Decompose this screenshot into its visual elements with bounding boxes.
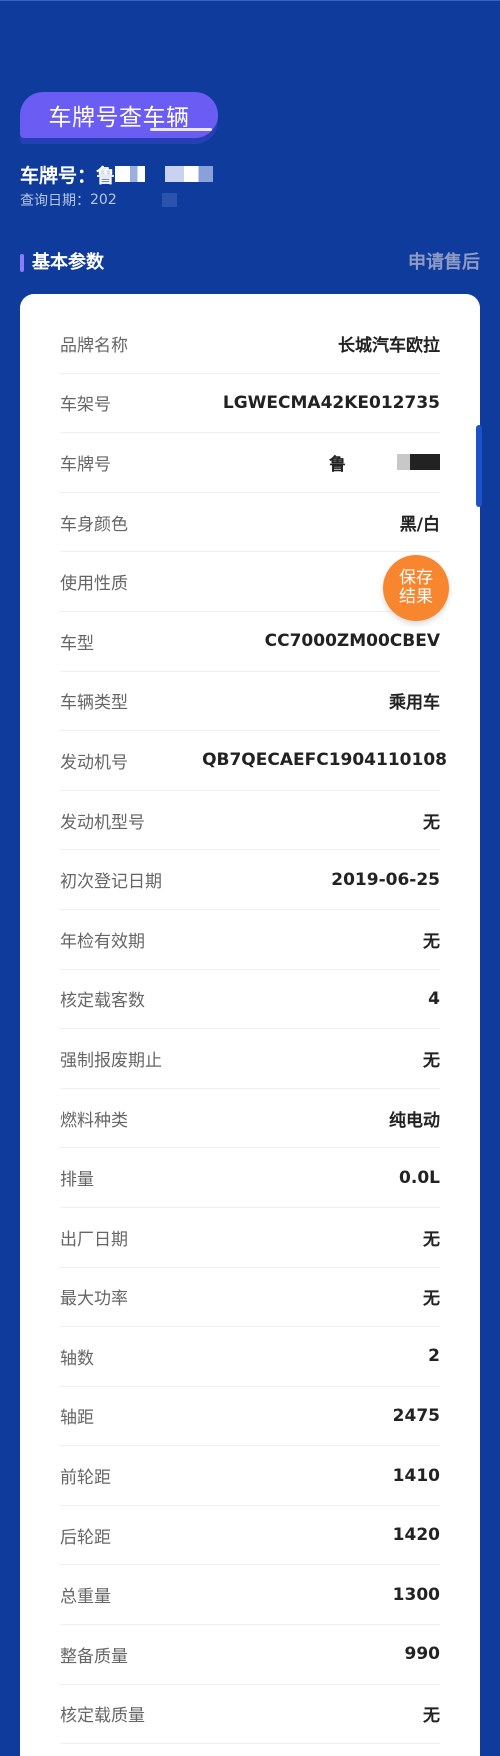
param-row: 车牌号 鲁	[60, 433, 440, 493]
query-date: 查询日期： 202	[20, 190, 177, 210]
param-row: 燃料种类 纯电动	[60, 1089, 440, 1149]
plate-label: 车牌号：	[20, 164, 97, 187]
date-mask	[116, 193, 177, 207]
param-row: 车架号 LGWECMA42KE012735	[60, 374, 440, 434]
param-value: 无	[423, 1706, 440, 1727]
date-label: 查询日期：	[20, 193, 90, 209]
param-value: 2	[428, 1346, 440, 1367]
page-title-badge: 车牌号查车辆	[20, 92, 218, 138]
param-value: 1410	[392, 1465, 440, 1486]
param-row: 核定载质量 无	[60, 1685, 440, 1745]
param-value: 4	[428, 988, 440, 1009]
param-label: 车辆类型	[60, 693, 128, 714]
save-result-button[interactable]: 保存 结果	[383, 555, 449, 621]
param-label: 车架号	[60, 395, 111, 416]
param-row: 品牌名称 长城汽车欧拉	[60, 314, 440, 374]
param-row: 发动机号 QB7QECAEFC1904110108	[60, 731, 447, 791]
param-value: 无	[423, 1289, 440, 1310]
param-label: 品牌名称	[60, 335, 128, 356]
save-result-label-2: 结果	[399, 587, 433, 607]
param-label: 燃料种类	[60, 1110, 128, 1131]
plate-mask	[354, 454, 440, 471]
param-label: 轴距	[60, 1408, 94, 1429]
top-divider	[0, 0, 500, 1]
param-row: 总重量 1300	[60, 1565, 440, 1626]
param-label: 整备质量	[60, 1646, 128, 1667]
param-value: 无	[423, 812, 440, 833]
param-label: 车牌号	[60, 454, 111, 475]
plate-summary: 车牌号： 鲁	[20, 161, 214, 187]
param-label: 核定载质量	[60, 1706, 145, 1727]
param-label: 最大功率	[60, 1289, 128, 1310]
param-value: 0.0L	[399, 1167, 440, 1188]
section-accent-bar	[20, 254, 24, 272]
param-label: 出厂日期	[60, 1229, 128, 1250]
param-label: 总重量	[60, 1587, 111, 1608]
param-value: 无	[423, 1229, 440, 1250]
param-row: 强制报废期止 无	[60, 1029, 440, 1089]
param-label: 后轮距	[60, 1527, 111, 1548]
param-row: 排量 0.0L	[60, 1148, 440, 1208]
param-value: 1420	[392, 1525, 440, 1546]
param-value: 990	[404, 1644, 441, 1665]
param-row: 核定载客数 4	[60, 970, 440, 1030]
param-value: 鲁	[329, 450, 440, 475]
save-result-label-1: 保存	[399, 568, 433, 588]
param-label: 轴数	[60, 1348, 94, 1369]
param-value: CC7000ZM00CBEV	[264, 631, 440, 652]
param-label: 车身颜色	[60, 514, 128, 535]
param-label: 排量	[60, 1170, 94, 1191]
param-value: 无	[423, 931, 440, 952]
param-row: 轴数 2	[60, 1327, 440, 1387]
param-label: 前轮距	[60, 1468, 111, 1489]
param-row: 后轮距 1420	[60, 1506, 440, 1566]
param-label: 强制报废期止	[60, 1050, 162, 1071]
plate-value: 鲁	[96, 164, 116, 187]
param-row: 车辆类型 乘用车	[60, 672, 440, 732]
apply-after-sale-button[interactable]: 申请售后	[408, 250, 480, 276]
plate-mask	[165, 166, 214, 182]
section-title: 基本参数	[32, 252, 104, 273]
param-label: 核定载客数	[60, 991, 145, 1012]
param-value: 乘用车	[389, 693, 440, 714]
param-row: 前轮距 1410	[60, 1446, 440, 1506]
param-value: 2475	[392, 1405, 440, 1426]
param-row: 车身颜色 黑/白	[60, 493, 440, 553]
param-row: 年检有效期 无	[60, 910, 440, 970]
param-value: 1300	[392, 1584, 440, 1605]
param-label: 使用性质	[60, 574, 128, 595]
param-value: 2019-06-25	[331, 869, 440, 890]
page-title: 车牌号查车辆	[48, 105, 190, 131]
param-row: 发动机型号 无	[60, 791, 440, 851]
param-row: 出厂日期 无	[60, 1208, 440, 1268]
params-card: 品牌名称 长城汽车欧拉车架号 LGWECMA42KE012735 车牌号 鲁车身颜色 黑/…	[20, 294, 480, 1756]
param-row: 轴距 2475	[60, 1387, 440, 1447]
param-value: QB7QECAEFC1904110108	[202, 750, 447, 771]
title-underline	[150, 128, 212, 131]
param-value: 黑/白	[399, 514, 440, 535]
params-list: 品牌名称 长城汽车欧拉车架号 LGWECMA42KE012735 车牌号 鲁车身颜色 黑/…	[60, 314, 447, 1745]
param-value: LGWECMA42KE012735	[222, 392, 440, 413]
param-value: 纯电动	[389, 1110, 440, 1131]
param-label: 车型	[60, 633, 94, 654]
param-label: 年检有效期	[60, 931, 145, 952]
param-value: 长城汽车欧拉	[338, 335, 440, 356]
scrollbar-thumb[interactable]	[476, 425, 482, 507]
param-label: 初次登记日期	[60, 872, 162, 893]
plate-mask	[115, 166, 166, 182]
param-row: 最大功率 无	[60, 1268, 440, 1328]
param-row: 初次登记日期 2019-06-25	[60, 850, 440, 910]
param-row: 车型 CC7000ZM00CBEV	[60, 612, 440, 672]
param-row: 整备质量 990	[60, 1625, 440, 1685]
plate-prefix: 鲁	[329, 454, 346, 475]
param-value: 无	[423, 1050, 440, 1071]
param-label: 发动机号	[60, 752, 128, 773]
date-value: 202	[90, 192, 117, 208]
param-label: 发动机型号	[60, 812, 145, 833]
